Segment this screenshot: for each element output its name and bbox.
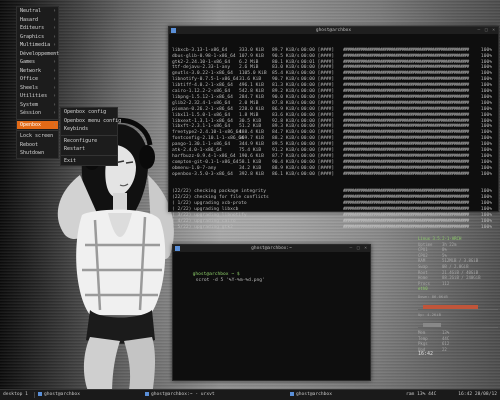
openbox-submenu: Openbox config Openbox menu config Keybi… bbox=[60, 107, 121, 166]
taskbar: desktop 1 ghost@archbox ghost@archbox:~ … bbox=[0, 389, 500, 400]
terminal-titlebar[interactable]: ghost@archbox – □ × bbox=[169, 27, 498, 34]
taskbar-task[interactable]: ghost@archbox bbox=[290, 390, 332, 400]
terminal-title: ghost@archbox bbox=[315, 28, 352, 33]
menu-item-hasard[interactable]: Hasard › bbox=[17, 16, 58, 25]
menu-item-restart[interactable]: Restart bbox=[61, 145, 117, 154]
menu-item-network[interactable]: Network › bbox=[17, 67, 58, 76]
menu-separator bbox=[17, 130, 58, 131]
conky-up-label: Up: 4.2KiB bbox=[418, 311, 441, 317]
download-line: openbox-3.5.0-3-x86_64 392.8 KiB 86.1 KiB/… bbox=[172, 171, 492, 177]
conky-up-graph: Up: 4.2KiB bbox=[418, 312, 498, 328]
submenu-arrow-icon: › bbox=[52, 50, 56, 57]
menu-item-d-veloppement[interactable]: Développement › bbox=[17, 50, 59, 59]
taskbar-clock[interactable]: 16:42 28/08/12 bbox=[458, 390, 497, 400]
conky-clock: 16:42 bbox=[418, 351, 434, 358]
conky-down-graph: Down: 86.0KiB bbox=[418, 294, 498, 310]
menu-item-shutdown[interactable]: Shutdown bbox=[17, 149, 58, 158]
menu-item-reboot[interactable]: Reboot bbox=[17, 141, 58, 150]
menu-item-editeurs[interactable]: Editeurs › bbox=[17, 24, 58, 33]
root-menu: Neutral › Hasard › Editeurs › Graphics › Multime… bbox=[16, 6, 59, 159]
progress-bar: ########################################… bbox=[343, 171, 469, 177]
submenu-arrow-icon: › bbox=[52, 67, 56, 74]
submenu-arrow-icon: › bbox=[52, 42, 56, 48]
terminal-window-top[interactable]: ghost@archbox – □ × libxcb-3.13-1-x86_64… bbox=[168, 26, 499, 230]
menu-item-reconfigure[interactable]: Reconfigure bbox=[61, 137, 117, 146]
terminal-icon bbox=[145, 391, 149, 396]
terminal-icon bbox=[175, 246, 180, 251]
menu-separator bbox=[17, 118, 58, 120]
menu-item-exit[interactable]: Exit bbox=[61, 157, 117, 166]
terminal-output[interactable]: libxcb-3.13-1-x86_64 333.0 KiB 89.7 KiB/s 0… bbox=[169, 34, 498, 244]
taskbar-task[interactable]: ghost@archbox bbox=[38, 390, 80, 400]
window-controls-icon[interactable]: – □ × bbox=[477, 27, 496, 34]
menu-item-multimedia[interactable]: Multimedia › bbox=[17, 41, 58, 50]
window-controls-icon[interactable]: – □ × bbox=[349, 245, 368, 252]
menu-item-sheels[interactable]: Sheels › bbox=[17, 84, 58, 93]
menu-item-openbox[interactable]: Openbox › bbox=[17, 120, 58, 129]
submenu-arrow-icon: › bbox=[52, 110, 56, 116]
terminal-output[interactable]: ghost@archbox ~ $ scrot -d 5 '%Y-%m-%d.p… bbox=[173, 252, 370, 286]
submenu-arrow-icon: › bbox=[52, 101, 56, 108]
terminal-icon bbox=[171, 28, 176, 33]
menu-separator bbox=[61, 134, 117, 136]
submenu-arrow-icon: › bbox=[52, 16, 56, 23]
submenu-arrow-icon: › bbox=[52, 59, 56, 65]
conky-down-label: Down: 86.0KiB bbox=[418, 293, 448, 299]
command-line: ghost@archbox ~ $ scrot -d 5 '%Y-%m-%d.p… bbox=[176, 266, 367, 283]
terminal-icon bbox=[290, 391, 294, 396]
taskbar-tray: ram 13% 44C bbox=[406, 392, 437, 397]
status-line: ( 5/22) upgrading gtk2 ##################… bbox=[172, 224, 492, 230]
submenu-arrow-icon: › bbox=[52, 93, 56, 99]
menu-item-utilities[interactable]: Utilities › bbox=[17, 92, 58, 101]
menu-item-neutral[interactable]: Neutral › bbox=[17, 7, 58, 16]
taskbar-desktop[interactable]: desktop 1 bbox=[3, 390, 28, 400]
submenu-arrow-icon: › bbox=[52, 121, 56, 128]
menu-item-s-ssion[interactable]: Séssion › bbox=[17, 109, 58, 118]
conky-net-label: eth0 bbox=[418, 286, 428, 292]
shell-prompt: ghost@archbox ~ $ bbox=[192, 271, 240, 277]
terminal-window-bottom[interactable]: ghost@archbox:~ – □ × ghost@archbox ~ $ … bbox=[172, 244, 371, 381]
menu-item-openbox-menu-config[interactable]: Openbox menu config bbox=[61, 117, 121, 126]
menu-item-office[interactable]: Office › bbox=[17, 75, 58, 84]
menu-item-lock-screen[interactable]: Lock screen bbox=[17, 132, 58, 141]
menu-item-games[interactable]: Games › bbox=[17, 58, 58, 67]
submenu-arrow-icon: › bbox=[52, 76, 56, 82]
menu-item-openbox-config[interactable]: Openbox config bbox=[61, 108, 117, 117]
submenu-arrow-icon: › bbox=[52, 25, 56, 31]
submenu-arrow-icon: › bbox=[52, 84, 56, 91]
terminal-title: ghost@archbox:~ bbox=[251, 246, 292, 251]
menu-item-graphics[interactable]: Graphics › bbox=[17, 33, 58, 42]
submenu-arrow-icon: › bbox=[52, 33, 56, 40]
menu-item-system[interactable]: System › bbox=[17, 101, 58, 110]
submenu-arrow-icon: › bbox=[52, 8, 56, 14]
terminal-icon bbox=[38, 391, 42, 396]
taskbar-task[interactable]: ghost@archbox:~ - urxvt bbox=[145, 390, 215, 400]
menu-item-keybinds[interactable]: Keybinds bbox=[61, 125, 117, 134]
menu-separator bbox=[61, 154, 117, 156]
shell-command: scrot -d 5 '%Y-%m-%d.png' bbox=[195, 277, 265, 283]
conky-monitor: Linux 3.5.2-1-ARCH Uptime 3h 22m CPU1 8% CPU… bbox=[418, 236, 498, 391]
terminal-titlebar[interactable]: ghost@archbox:~ – □ × bbox=[173, 245, 370, 252]
